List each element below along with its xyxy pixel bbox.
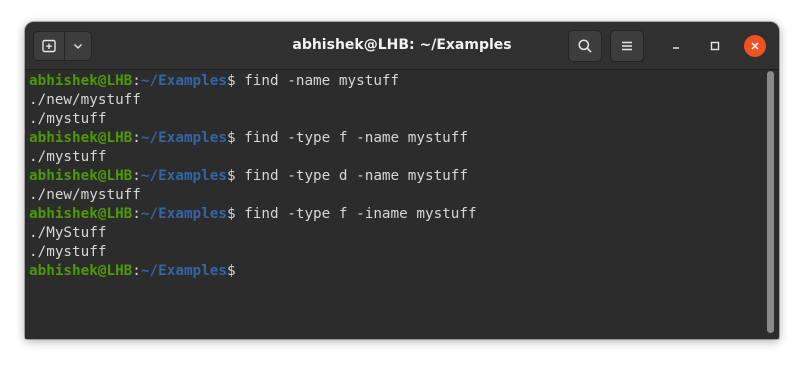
prompt-dollar: $ bbox=[226, 263, 236, 279]
main-menu-button[interactable] bbox=[610, 30, 644, 62]
command-text: find -type f -iname mystuff bbox=[235, 206, 477, 222]
command-text: find -type d -name mystuff bbox=[235, 168, 468, 184]
prompt-user-host: abhishek@LHB bbox=[29, 130, 133, 146]
prompt-dollar: $ bbox=[226, 168, 236, 184]
prompt-path: ~/Examples bbox=[140, 263, 227, 279]
prompt-path: ~/Examples bbox=[140, 73, 227, 89]
close-icon bbox=[751, 42, 759, 50]
terminal-output[interactable]: abhishek@LHB:~/Examples$ find -name myst… bbox=[25, 70, 765, 339]
chevron-down-icon bbox=[74, 44, 82, 49]
maximize-icon bbox=[710, 41, 720, 51]
output-line: ./mystuff bbox=[29, 111, 107, 127]
command-text: find -type f -name mystuff bbox=[235, 130, 468, 146]
scrollbar[interactable] bbox=[767, 71, 774, 333]
prompt-user-host: abhishek@LHB bbox=[29, 73, 133, 89]
search-button[interactable] bbox=[568, 30, 602, 62]
prompt-colon: : bbox=[132, 206, 141, 222]
prompt-dollar: $ bbox=[226, 73, 236, 89]
title-bar: abhishek@LHB: ~/Examples bbox=[25, 22, 779, 70]
prompt-dollar: $ bbox=[226, 130, 236, 146]
new-tab-button[interactable] bbox=[33, 31, 65, 61]
prompt-line: abhishek@LHB:~/Examples$ find -type d -n… bbox=[29, 167, 468, 186]
prompt-colon: : bbox=[132, 168, 141, 184]
maximize-button[interactable] bbox=[704, 35, 726, 57]
prompt-user-host: abhishek@LHB bbox=[29, 206, 133, 222]
output-line: ./mystuff bbox=[29, 244, 107, 260]
prompt-user-host: abhishek@LHB bbox=[29, 168, 133, 184]
output-line: ./mystuff bbox=[29, 149, 107, 165]
output-line: ./MyStuff bbox=[29, 225, 107, 241]
close-button[interactable] bbox=[744, 35, 766, 57]
minimize-icon bbox=[673, 47, 679, 49]
prompt-colon: : bbox=[132, 263, 141, 279]
output-line: ./new/mystuff bbox=[29, 92, 141, 108]
search-icon bbox=[578, 39, 592, 53]
prompt-dollar: $ bbox=[226, 206, 236, 222]
minimize-button[interactable] bbox=[665, 35, 687, 57]
prompt-line: abhishek@LHB:~/Examples$ find -type f -n… bbox=[29, 129, 468, 148]
prompt-path: ~/Examples bbox=[140, 168, 227, 184]
prompt-path: ~/Examples bbox=[140, 206, 227, 222]
prompt-line: abhishek@LHB:~/Examples$ bbox=[29, 262, 236, 281]
new-tab-icon bbox=[42, 39, 56, 53]
terminal-window: abhishek@LHB: ~/Examples abhishek@LHB:~/… bbox=[25, 22, 779, 339]
command-text: find -name mystuff bbox=[235, 73, 400, 89]
prompt-user-host: abhishek@LHB bbox=[29, 263, 133, 279]
prompt-line: abhishek@LHB:~/Examples$ find -type f -i… bbox=[29, 205, 477, 224]
window-title: abhishek@LHB: ~/Examples bbox=[292, 37, 512, 53]
prompt-line: abhishek@LHB:~/Examples$ find -name myst… bbox=[29, 72, 399, 91]
prompt-colon: : bbox=[132, 73, 141, 89]
tab-menu-dropdown-button[interactable] bbox=[64, 31, 92, 61]
hamburger-menu-icon bbox=[622, 41, 632, 51]
prompt-colon: : bbox=[132, 130, 141, 146]
output-line: ./new/mystuff bbox=[29, 187, 141, 203]
prompt-path: ~/Examples bbox=[140, 130, 227, 146]
